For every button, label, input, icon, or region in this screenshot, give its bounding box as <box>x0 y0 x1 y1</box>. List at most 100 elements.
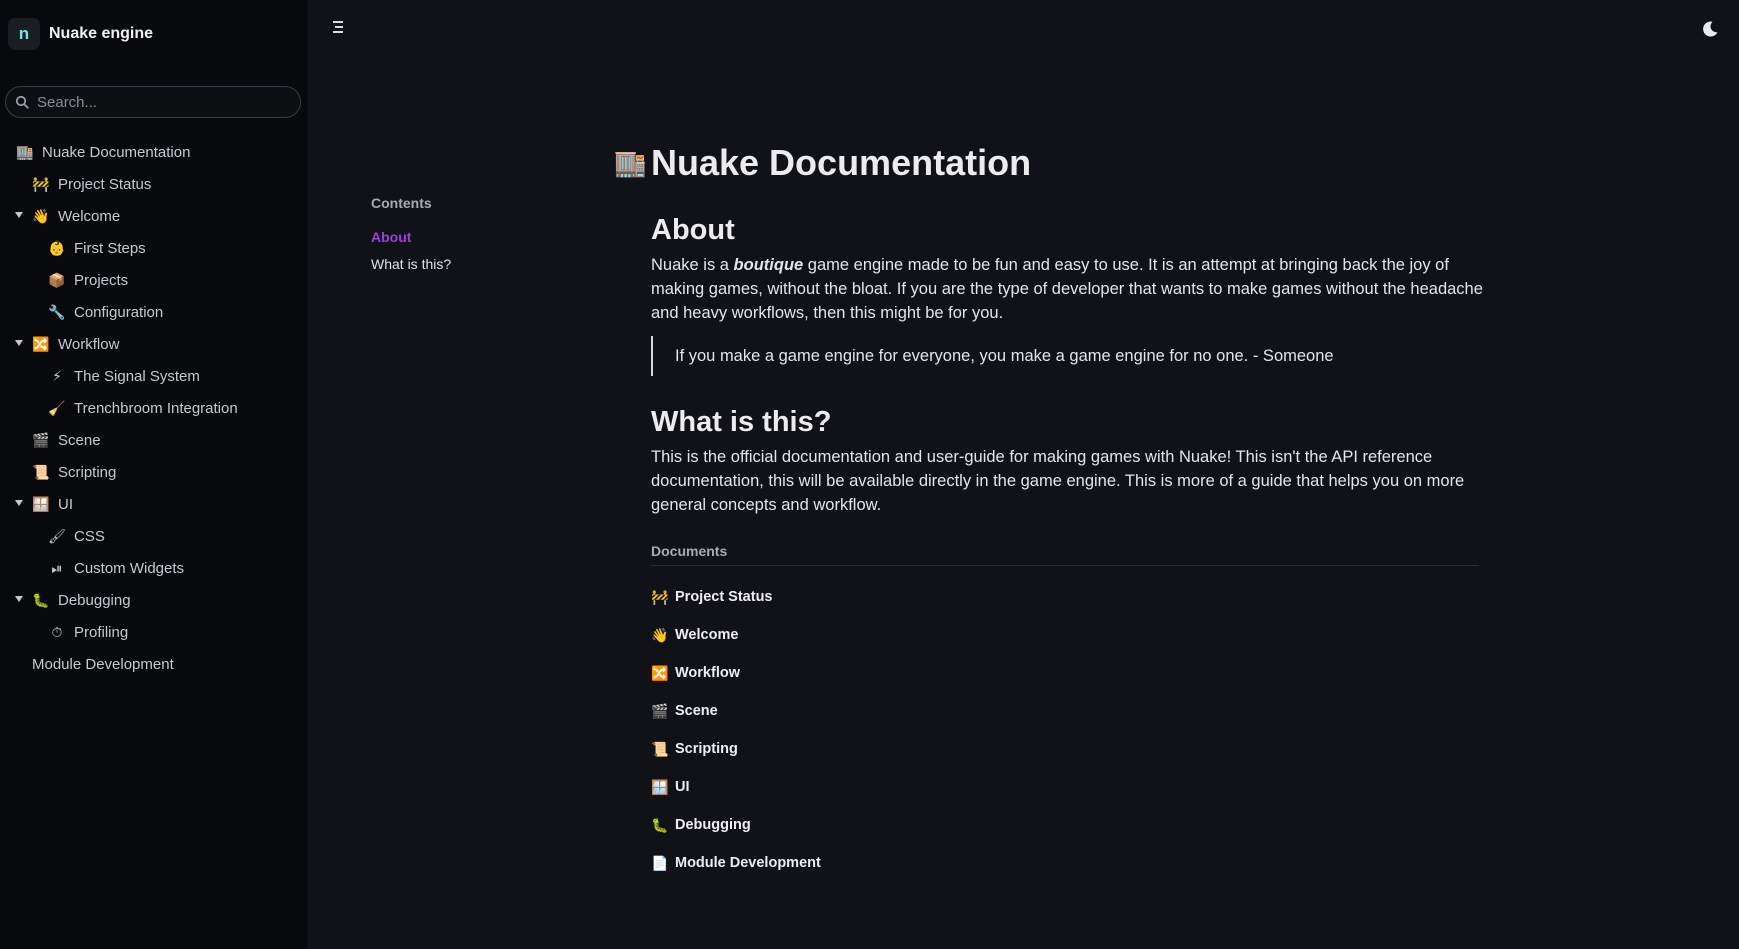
sidebar-item-label: Debugging <box>58 591 131 609</box>
caret-down-icon[interactable] <box>15 212 23 218</box>
sidebar-item-css[interactable]: 🖌 CSS <box>0 520 309 552</box>
document-link-label: Scene <box>675 703 718 719</box>
shuffle-icon: 🔀 <box>32 335 50 352</box>
document-link-project-status[interactable]: 🚧 Project Status <box>651 578 1484 616</box>
document-link-module-development[interactable]: 📄 Module Development <box>651 844 1484 882</box>
lightning-icon: ⚡ <box>52 367 62 384</box>
document-link-label: UI <box>675 779 690 795</box>
sidebar-item-ui[interactable]: 🪟 UI <box>0 488 309 520</box>
construction-icon: 🚧 <box>32 175 50 192</box>
sidebar-item-label: Custom Widgets <box>74 559 185 577</box>
document-link-label: Debugging <box>675 817 751 833</box>
sidebar-item-module-development[interactable]: Module Development <box>0 648 309 680</box>
document-emoji-icon: 🪟 <box>651 778 669 795</box>
document-link-label: Project Status <box>675 589 773 605</box>
sidebar-item-workflow[interactable]: 🔀 Workflow <box>0 328 309 360</box>
document-emoji-icon: 👋 <box>651 626 669 643</box>
toc-link-about[interactable]: About <box>371 229 571 245</box>
sidebar-item-label: CSS <box>74 527 105 545</box>
sidebar-item-label: Module Development <box>32 655 174 673</box>
sidebar-item-configuration[interactable]: 🔧 Configuration <box>0 296 309 328</box>
document-link-scene[interactable]: 🎬 Scene <box>651 692 1484 730</box>
toc-title: Contents <box>371 195 432 211</box>
brand-name: Nuake engine <box>49 25 154 42</box>
sidebar-nav: 🏬 Nuake Documentation 🚧 Project Status 👋 Welc… <box>0 136 309 680</box>
search-icon <box>15 95 29 109</box>
wrench-icon: 🔧 <box>48 303 66 320</box>
sidebar-item-label: Scripting <box>58 463 117 481</box>
wave-icon: 👋 <box>32 207 50 224</box>
about-paragraph: Nuake is a boutique game engine made to … <box>651 256 1483 322</box>
documents-label: Documents <box>651 543 1479 566</box>
clapper-icon: 🎬 <box>32 431 50 448</box>
paintbrush-icon: 🖌 <box>48 527 66 544</box>
sidebar-item-label: Trenchbroom Integration <box>74 399 238 417</box>
sidebar-item-label: Configuration <box>74 303 164 321</box>
document-link-label: Welcome <box>675 627 739 643</box>
sidebar-item-first-steps[interactable]: 👶 First Steps <box>0 232 309 264</box>
document-link-debugging[interactable]: 🐛 Debugging <box>651 806 1484 844</box>
sidebar-item-profiling[interactable]: ⏱ Profiling <box>0 616 309 648</box>
sidebar-item-the-signal-system[interactable]: ⚡ The Signal System <box>0 360 309 392</box>
caret-down-icon[interactable] <box>15 340 23 346</box>
about-emphasis: boutique <box>733 256 804 274</box>
document-link-workflow[interactable]: 🔀 Workflow <box>651 654 1484 692</box>
building-icon: 🏬 <box>16 143 34 160</box>
about-heading: About <box>651 214 735 246</box>
sidebar-item-project-status[interactable]: 🚧 Project Status <box>0 168 309 200</box>
window-icon: 🪟 <box>32 495 50 512</box>
document-link-ui[interactable]: 🪟 UI <box>651 768 1484 806</box>
sidebar-item-label: Workflow <box>58 335 120 353</box>
sidebar-item-label: Nuake Documentation <box>42 143 191 161</box>
worm-icon: 🐛 <box>32 591 50 608</box>
nuake-logo-icon: n <box>8 18 40 50</box>
what-heading: What is this? <box>651 406 832 438</box>
sidebar-item-label: Welcome <box>58 207 121 225</box>
document-link-label: Scripting <box>675 741 738 757</box>
sidebar-item-label: The Signal System <box>74 367 200 385</box>
sidebar-item-nuake-documentation[interactable]: 🏬 Nuake Documentation <box>0 136 309 168</box>
scroll-icon: 📜 <box>32 463 50 480</box>
sidebar-item-label: Projects <box>74 271 129 289</box>
search-input[interactable] <box>37 93 287 111</box>
stopwatch-icon: ⏱ <box>51 623 63 640</box>
sidebar-item-label: Profiling <box>74 623 129 641</box>
sidebar-item-label: Scene <box>58 431 101 449</box>
search-box[interactable] <box>5 86 301 118</box>
page-title-text: Nuake Documentation <box>651 142 1032 183</box>
building-icon: 🏬 <box>614 147 647 178</box>
menu-toggle-icon[interactable] <box>333 21 349 37</box>
sidebar-item-custom-widgets[interactable]: ⏯ Custom Widgets <box>0 552 309 584</box>
document-link-label: Workflow <box>675 665 740 681</box>
moon-icon[interactable] <box>1701 20 1719 38</box>
caret-down-icon[interactable] <box>15 596 23 602</box>
documents-list: 🚧 Project Status 👋 Welcome 🔀 Workflow 🎬 Scene 📜 S… <box>651 578 1484 882</box>
sidebar-item-projects[interactable]: 📦 Projects <box>0 264 309 296</box>
document-emoji-icon: 📜 <box>651 740 669 757</box>
brand[interactable]: n Nuake engine <box>8 18 153 50</box>
sidebar-item-welcome[interactable]: 👋 Welcome <box>0 200 309 232</box>
document-emoji-icon: 🐛 <box>651 816 669 833</box>
page-title: 🏬 Nuake Documentation <box>614 140 1484 186</box>
document-link-label: Module Development <box>675 855 821 871</box>
document-emoji-icon: 🚧 <box>651 588 669 605</box>
document-link-welcome[interactable]: 👋 Welcome <box>651 616 1484 654</box>
document-emoji-icon: 🎬 <box>651 702 669 719</box>
document-emoji-icon: 🔀 <box>651 664 669 681</box>
main-content: 🏬 Nuake Documentation About Nuake is a b… <box>614 140 1484 882</box>
caret-down-icon[interactable] <box>15 500 23 506</box>
toc-link-what-is-this[interactable]: What is this? <box>371 256 571 272</box>
sidebar-item-label: Project Status <box>58 175 152 193</box>
document-link-scripting[interactable]: 📜 Scripting <box>651 730 1484 768</box>
sidebar-item-scene[interactable]: 🎬 Scene <box>0 424 309 456</box>
document-emoji-icon: 📄 <box>651 854 669 871</box>
table-of-contents: Contents About What is this? <box>371 195 571 283</box>
sidebar-item-label: First Steps <box>74 239 146 257</box>
sidebar-item-debugging[interactable]: 🐛 Debugging <box>0 584 309 616</box>
quote: If you make a game engine for everyone, … <box>651 336 1484 376</box>
broom-icon: 🧹 <box>48 399 66 416</box>
baby-icon: 👶 <box>48 239 66 256</box>
package-icon: 📦 <box>48 271 66 288</box>
sidebar-item-trenchbroom-integration[interactable]: 🧹 Trenchbroom Integration <box>0 392 309 424</box>
sidebar-item-scripting[interactable]: 📜 Scripting <box>0 456 309 488</box>
